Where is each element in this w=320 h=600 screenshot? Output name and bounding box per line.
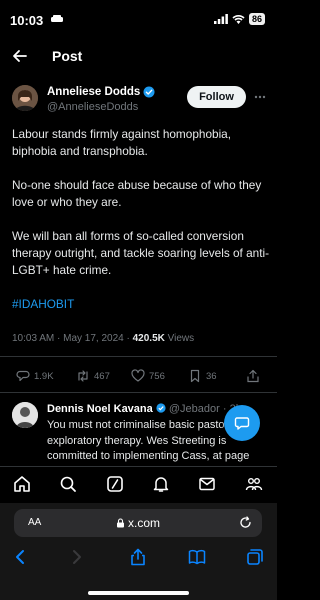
- messages-icon[interactable]: [198, 475, 216, 493]
- communities-icon[interactable]: [245, 475, 263, 493]
- verified-badge-icon: [156, 403, 166, 413]
- reply-count: 1.9K: [34, 370, 54, 382]
- repost-count: 467: [94, 370, 110, 382]
- repost-icon: [78, 370, 88, 382]
- reply-author-name[interactable]: Dennis Noel Kavana: [47, 403, 153, 415]
- search-icon[interactable]: [59, 475, 77, 493]
- url-text: x.com: [127, 516, 160, 530]
- share-icon[interactable]: [129, 548, 147, 566]
- follow-button[interactable]: Follow: [187, 86, 246, 108]
- url-display[interactable]: x.com: [14, 516, 262, 530]
- action-bar: 1.9K 467 756 36: [0, 365, 277, 389]
- post-meta: 10:03 AM · May 17, 2024 · 420.5K Views: [12, 333, 194, 344]
- more-icon[interactable]: [254, 92, 266, 102]
- post-paragraph: No-one should face abuse because of who …: [12, 178, 262, 209]
- post-body: Labour stands firmly against homophobia,…: [12, 126, 270, 330]
- post-paragraph: Labour stands firmly against homophobia,…: [12, 127, 232, 158]
- url-bar[interactable]: AA x.com: [14, 509, 262, 537]
- compose-reply-icon: [234, 417, 250, 430]
- bookmark-action[interactable]: 36: [188, 369, 217, 383]
- wifi-icon: [232, 15, 245, 24]
- like-count: 756: [149, 370, 165, 382]
- share-action[interactable]: [246, 369, 260, 383]
- repost-action[interactable]: 467: [76, 369, 110, 383]
- browser-toolbar: AA x.com: [0, 503, 277, 600]
- divider: [0, 356, 277, 357]
- hashtag-link[interactable]: #IDAHOBIT: [12, 297, 74, 311]
- like-action[interactable]: 756: [131, 369, 165, 383]
- reload-icon[interactable]: [239, 516, 252, 529]
- post-paragraph: We will ban all forms of so-called conve…: [12, 229, 270, 277]
- heart-icon: [131, 369, 145, 382]
- notifications-icon[interactable]: [152, 475, 170, 493]
- grok-icon[interactable]: [106, 475, 124, 493]
- signal-icon: [213, 14, 228, 24]
- author-avatar[interactable]: [12, 85, 38, 111]
- share-icon: [247, 369, 259, 383]
- verified-badge-icon: [143, 86, 155, 98]
- bookmark-count: 36: [206, 370, 217, 382]
- reply-action[interactable]: 1.9K: [16, 369, 54, 383]
- divider: [0, 392, 277, 393]
- status-time: 10:03: [10, 13, 44, 28]
- author-handle[interactable]: @AnnelieseDodds: [47, 101, 138, 113]
- post-timestamp[interactable]: 10:03 AM · May 17, 2024 ·: [12, 333, 133, 344]
- bookmark-icon: [190, 369, 200, 383]
- home-icon[interactable]: [13, 475, 31, 493]
- forward-icon[interactable]: [67, 548, 85, 566]
- home-indicator: [88, 591, 189, 595]
- post-header: Post: [0, 40, 277, 74]
- lock-icon: [116, 518, 124, 528]
- battery-level: 86: [248, 13, 265, 25]
- bottom-nav: [0, 466, 277, 502]
- views-label: Views: [164, 333, 195, 344]
- car-icon: [51, 15, 63, 22]
- reply-avatar[interactable]: [12, 402, 38, 428]
- author-name[interactable]: Anneliese Dodds: [47, 86, 140, 98]
- bookmarks-icon[interactable]: [188, 548, 206, 566]
- back-icon[interactable]: [12, 548, 30, 566]
- compose-reply-button[interactable]: [224, 405, 260, 441]
- reply-icon: [16, 370, 30, 382]
- page-title: Post: [52, 48, 83, 64]
- tabs-icon[interactable]: [246, 548, 264, 566]
- views-count: 420.5K: [132, 333, 165, 344]
- back-arrow-icon[interactable]: [12, 48, 28, 64]
- status-bar: 10:03 86: [0, 0, 277, 40]
